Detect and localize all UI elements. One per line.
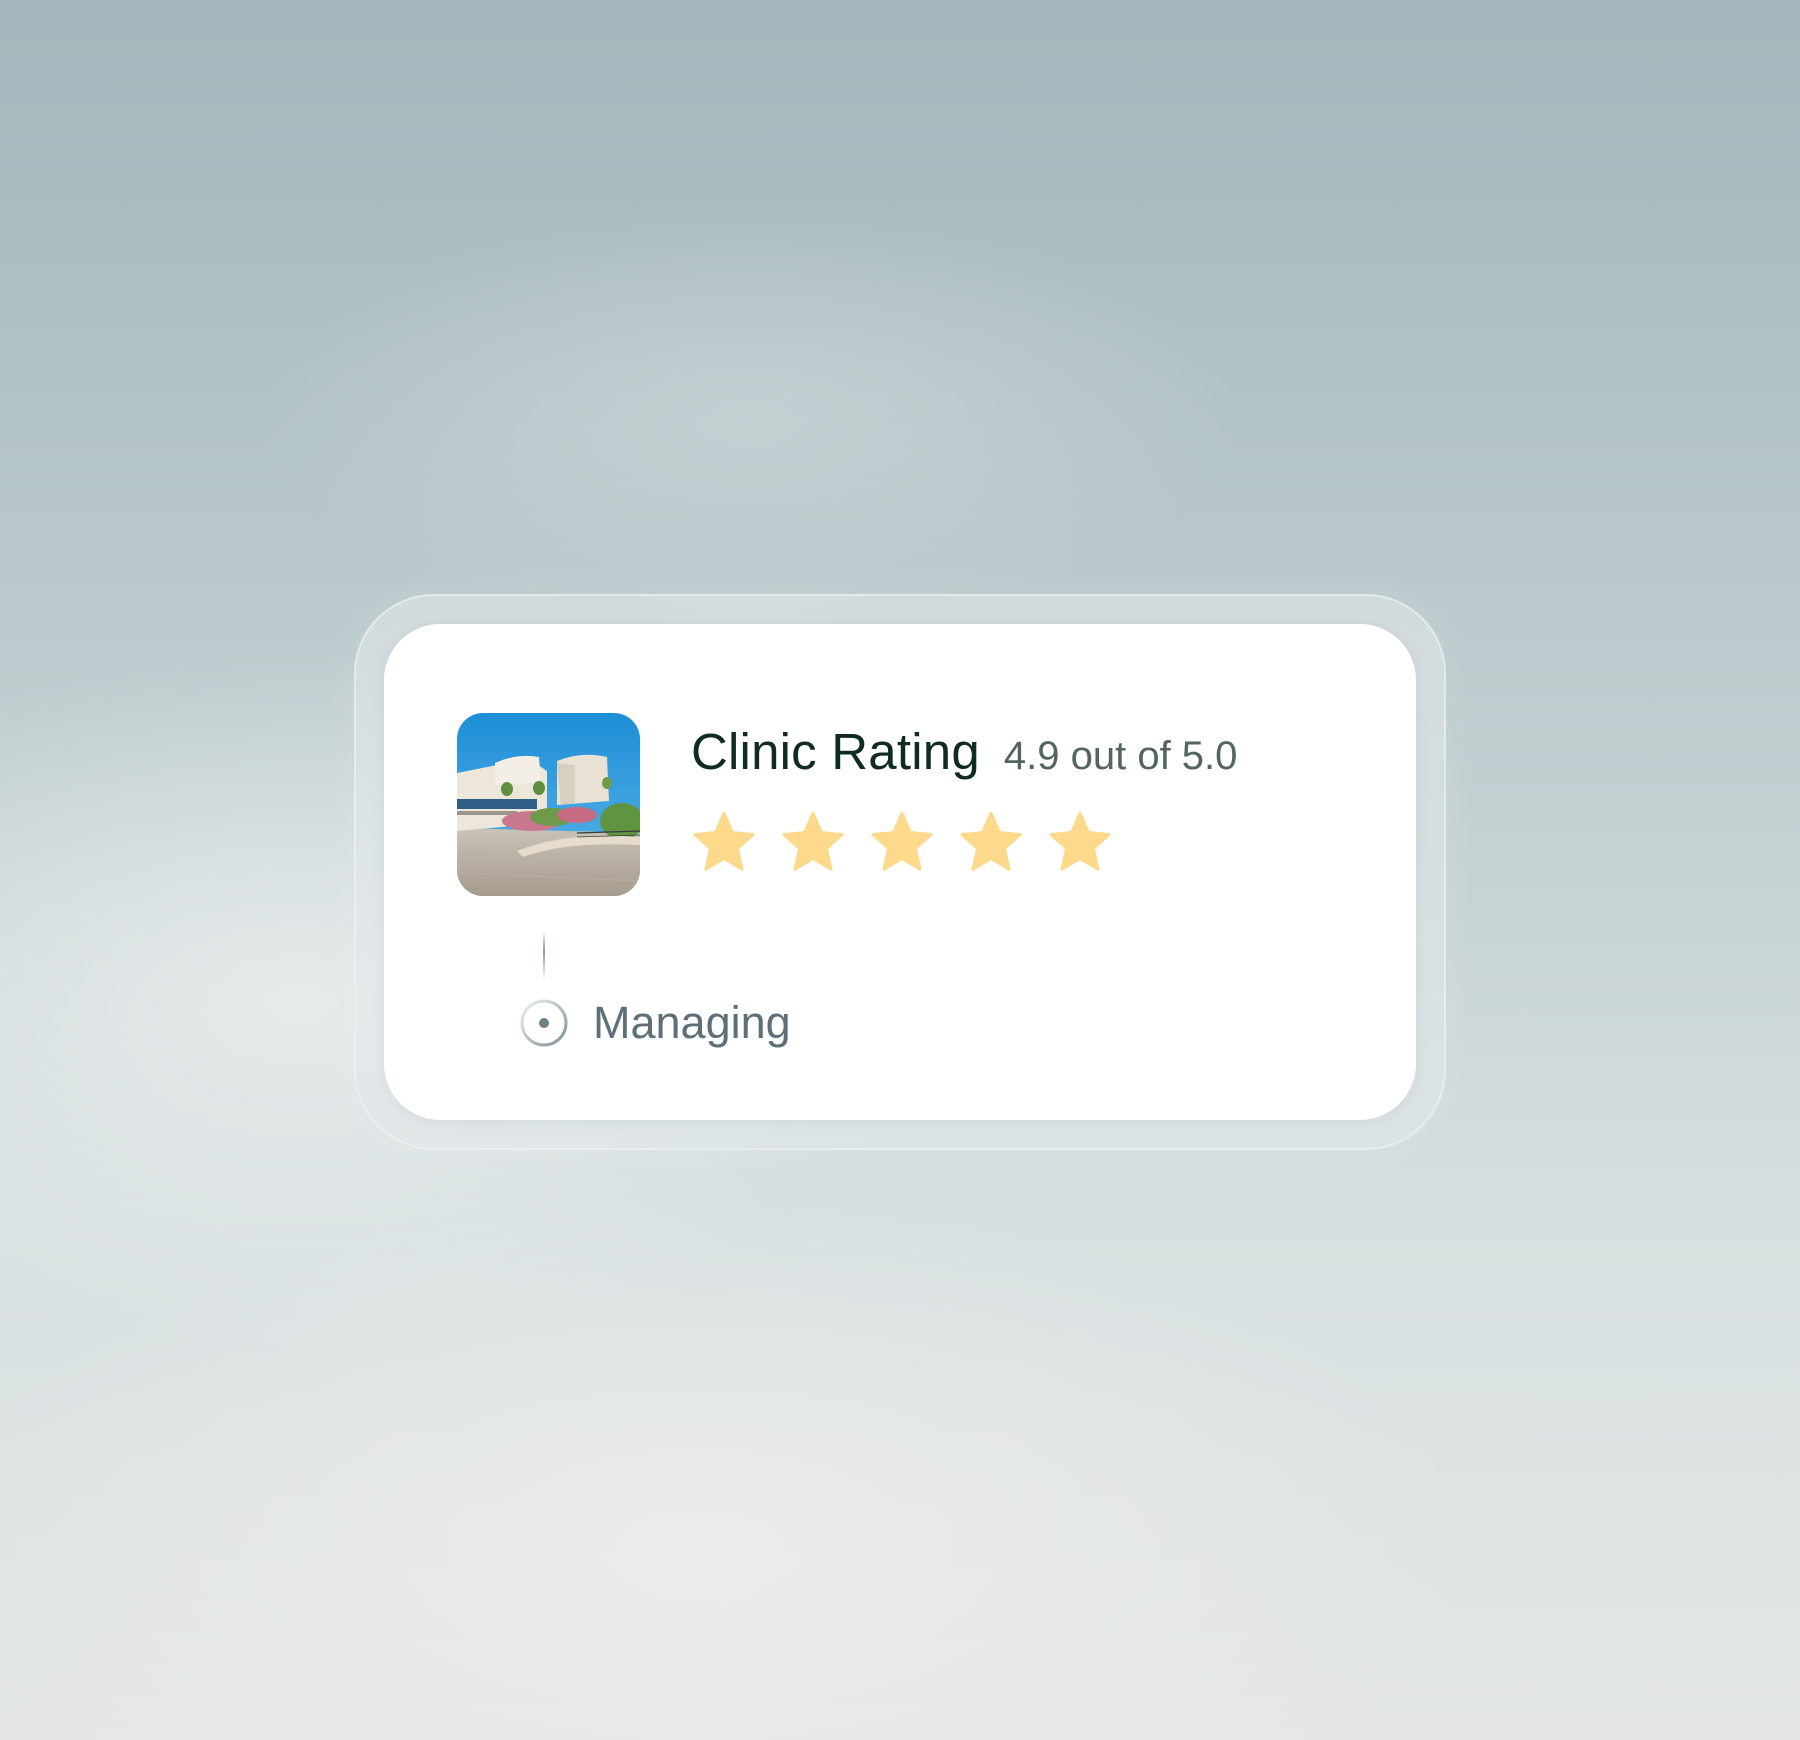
star-icon (960, 811, 1022, 871)
rating-text: 4.9 out of 5.0 (1003, 734, 1238, 778)
connector-line (543, 931, 545, 981)
star-icon (1049, 811, 1111, 871)
star-icon (782, 811, 844, 871)
status-label: Managing (593, 997, 791, 1048)
star-icon (871, 811, 933, 871)
clinic-rating-card: Clinic Rating 4.9 out of 5.0 Managing (384, 624, 1416, 1120)
star-rating (689, 808, 1115, 878)
radio-dot-icon[interactable] (519, 998, 569, 1048)
title-row: Clinic Rating 4.9 out of 5.0 (691, 722, 1237, 781)
card-title: Clinic Rating (691, 723, 980, 780)
clinic-photo (457, 713, 640, 896)
star-icon (693, 811, 755, 871)
